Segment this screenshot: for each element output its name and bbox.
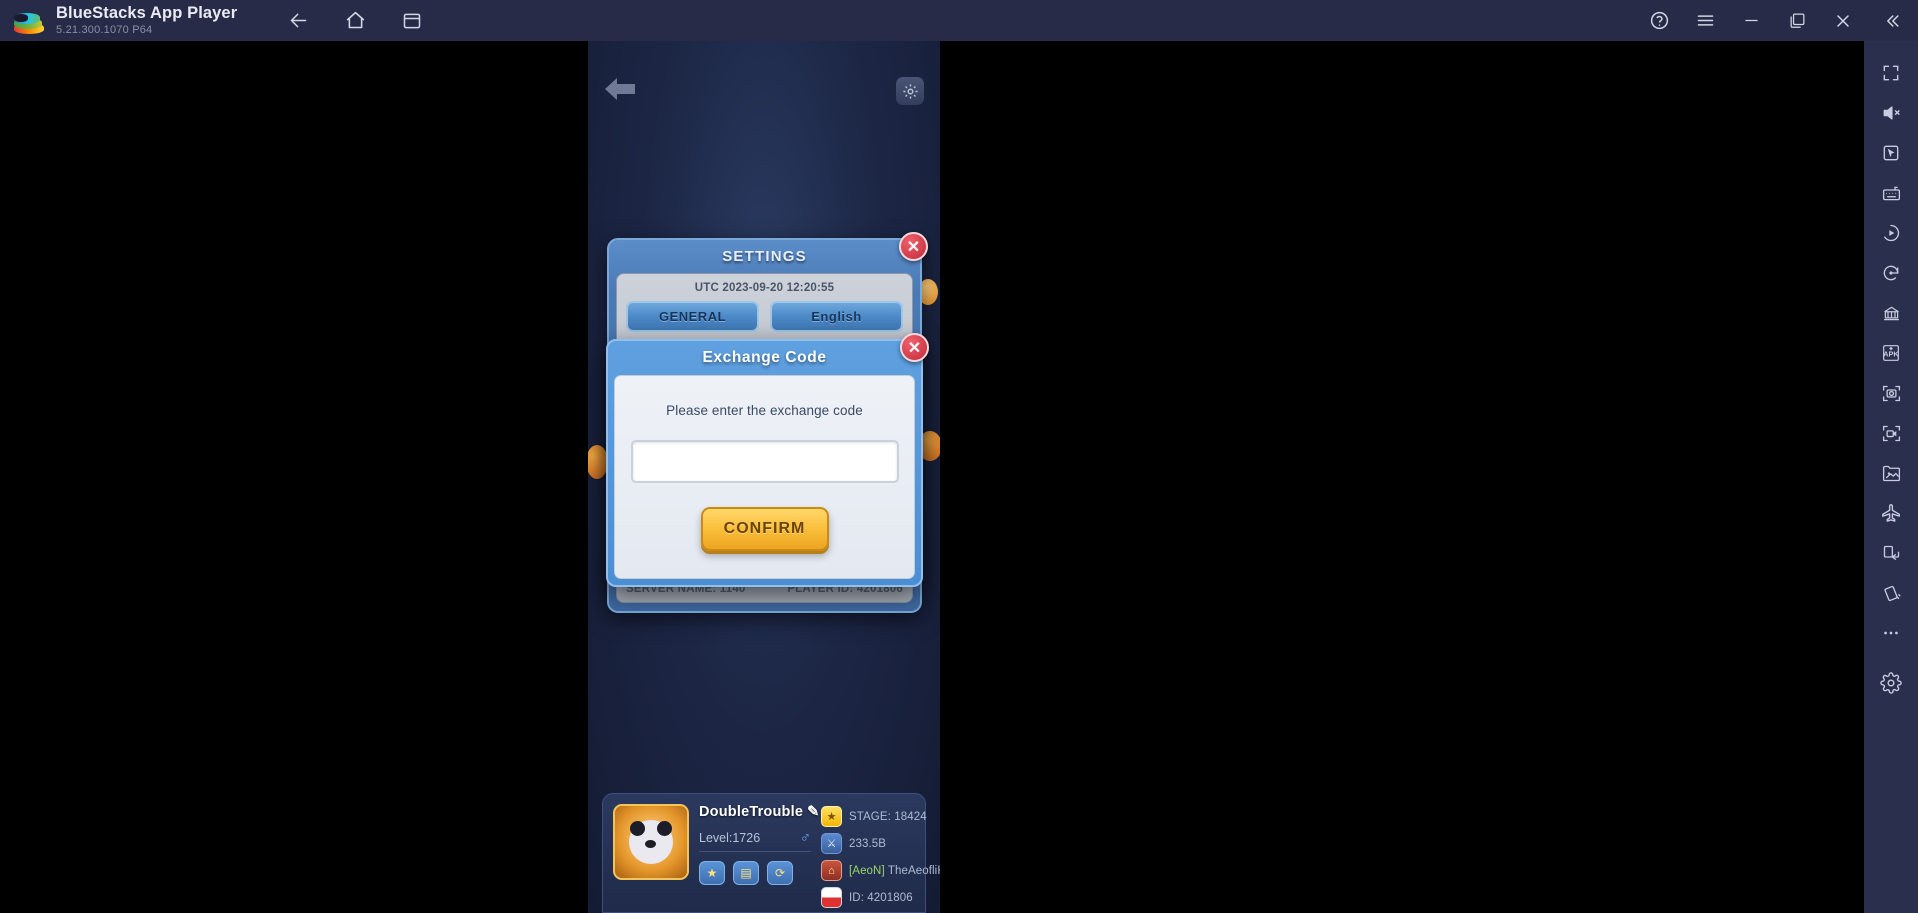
settings-close-button[interactable]: ✕ <box>899 232 928 261</box>
exchange-code-confirm-button[interactable]: CONFIRM <box>700 507 829 551</box>
keyboard-controls-icon[interactable] <box>1870 173 1912 213</box>
sword-icon: ⚔ <box>821 833 842 854</box>
bluestacks-window: BlueStacks App Player 5.21.300.1070 P64 <box>0 0 1918 913</box>
player-level-row: Level:1726 ♂ <box>699 829 811 852</box>
stat-stage-text: STAGE: 18424 <box>849 810 927 823</box>
mute-icon[interactable] <box>1870 93 1912 133</box>
records-button[interactable]: ▤ <box>733 861 759 885</box>
minimize-button[interactable] <box>1732 2 1770 40</box>
macro-icon[interactable] <box>1870 213 1912 253</box>
window-controls <box>1636 0 1918 41</box>
stat-id: ID: 4201806 <box>821 887 940 908</box>
star-icon: ★ <box>821 806 842 827</box>
player-name: DoubleTrouble <box>699 804 804 820</box>
utc-time: UTC 2023-09-20 12:20:55 <box>694 282 835 294</box>
home-button[interactable] <box>336 2 374 40</box>
media-manager-icon[interactable] <box>1870 453 1912 493</box>
screenshot-icon[interactable] <box>1870 373 1912 413</box>
title-bar: BlueStacks App Player 5.21.300.1070 P64 <box>0 0 1918 41</box>
exchange-code-body: Please enter the exchange code CONFIRM <box>614 375 915 579</box>
player-name-row: DoubleTrouble ✎ <box>699 804 819 820</box>
edit-name-icon[interactable]: ✎ <box>807 804 819 820</box>
exchange-code-title: Exchange Code <box>702 349 827 366</box>
avatar[interactable] <box>613 804 689 880</box>
help-button[interactable] <box>1640 2 1678 40</box>
badge-button[interactable]: ★ <box>699 861 725 885</box>
stat-power: ⚔ 233.5B <box>821 833 940 854</box>
collapse-sidebar-button[interactable] <box>1870 2 1914 40</box>
exchange-code-close-button[interactable]: ✕ <box>900 333 929 362</box>
cursor-icon[interactable] <box>1870 133 1912 173</box>
stat-stage: ★ STAGE: 18424 <box>821 806 940 827</box>
game-settings-gear-icon[interactable] <box>896 77 924 105</box>
stat-guild: ⌂ [AeoN] TheAeofliKings <box>821 860 940 881</box>
more-icon[interactable] <box>1870 613 1912 653</box>
record-screen-icon[interactable] <box>1870 413 1912 453</box>
player-stats: ★ STAGE: 18424 ⚔ 233.5B ⌂ [AeoN] TheAeof… <box>821 804 940 912</box>
panda-avatar-icon <box>629 820 673 864</box>
player-action-buttons: ★ ▤ ⟳ <box>699 861 811 885</box>
settings-option-general[interactable]: GENERAL <box>626 301 759 332</box>
emulator-game-screen: SETTINGS ✕ UTC 2023-09-20 12:20:55 GENER… <box>588 41 940 913</box>
game-back-arrow-icon[interactable] <box>602 75 638 103</box>
guild-name: TheAeofliKings <box>887 864 940 877</box>
app-version: 5.21.300.1070 P64 <box>56 24 153 36</box>
player-level: Level:1726 <box>699 830 761 845</box>
gender-icon: ♂ <box>799 829 811 846</box>
fullscreen-icon[interactable] <box>1870 53 1912 93</box>
close-button[interactable] <box>1824 2 1862 40</box>
stat-id-text: ID: 4201806 <box>849 891 913 904</box>
android-nav-buttons <box>279 2 431 40</box>
stat-guild-text: [AeoN] TheAeofliKings <box>849 865 940 877</box>
guild-icon: ⌂ <box>821 860 842 881</box>
settings-option-language[interactable]: English <box>770 301 903 332</box>
settings-title: SETTINGS <box>722 248 807 265</box>
right-toolbar: APK <box>1864 41 1918 913</box>
multi-instance-icon[interactable] <box>1870 293 1912 333</box>
refresh-button[interactable]: ⟳ <box>767 861 793 885</box>
rotate-screen-icon[interactable] <box>1870 533 1912 573</box>
title-block: BlueStacks App Player 5.21.300.1070 P64 <box>56 4 237 37</box>
bluestacks-logo-icon <box>14 8 44 34</box>
stat-power-text: 233.5B <box>849 837 887 850</box>
decor-blob-left <box>588 445 608 479</box>
back-button[interactable] <box>279 2 317 40</box>
player-identity: DoubleTrouble ✎ Level:1726 ♂ ★ ▤ ⟳ <box>699 804 819 912</box>
eco-mode-icon[interactable] <box>1870 493 1912 533</box>
guild-tag: [AeoN] <box>849 864 885 877</box>
exchange-code-dialog: Exchange Code ✕ Please enter the exchang… <box>606 333 929 587</box>
exchange-code-input[interactable] <box>630 440 899 483</box>
recent-apps-button[interactable] <box>393 2 431 40</box>
settings-gear-icon[interactable] <box>1870 663 1912 703</box>
svg-text:APK: APK <box>1883 350 1899 359</box>
shake-icon[interactable] <box>1870 573 1912 613</box>
maximize-button[interactable] <box>1778 2 1816 40</box>
rotate-icon[interactable] <box>1870 253 1912 293</box>
app-title: BlueStacks App Player <box>56 4 238 22</box>
flag-icon <box>821 887 842 908</box>
exchange-code-prompt: Please enter the exchange code <box>666 403 863 418</box>
hamburger-menu-button[interactable] <box>1686 2 1724 40</box>
player-profile-card: DoubleTrouble ✎ Level:1726 ♂ ★ ▤ ⟳ ★ STA… <box>602 793 940 913</box>
install-apk-icon[interactable]: APK <box>1870 333 1912 373</box>
